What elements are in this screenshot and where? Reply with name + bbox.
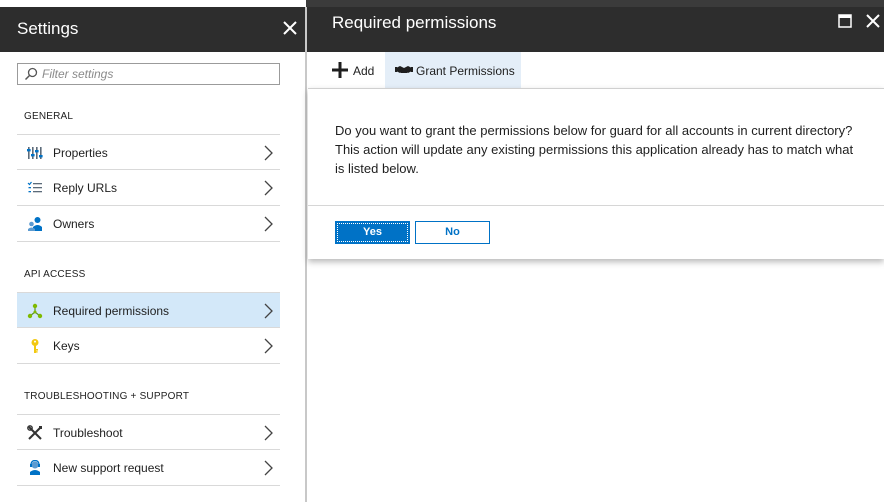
permissions-header: Required permissions (307, 7, 884, 52)
support-icon (30, 460, 40, 475)
no-button[interactable]: No (415, 221, 490, 244)
settings-title: Settings (17, 19, 79, 38)
search-icon (24, 67, 38, 81)
sidebar-item-properties[interactable]: Properties (17, 134, 280, 170)
chevron-right-icon (264, 145, 273, 161)
sidebar-item-label: Required permissions (53, 304, 170, 318)
sidebar-item-label: Keys (53, 339, 80, 353)
required-permissions-icon (27, 303, 43, 319)
add-button-label: Add (353, 64, 375, 78)
sidebar-item-new-support-request[interactable]: New support request (17, 450, 280, 486)
yes-button[interactable]: Yes (335, 221, 410, 244)
add-button[interactable]: Add (323, 52, 383, 88)
settings-header: Settings (0, 7, 306, 52)
chevron-right-icon (264, 216, 273, 232)
sidebar-item-label: New support request (53, 461, 164, 475)
filter-settings-box[interactable] (17, 63, 280, 85)
chevron-right-icon (264, 303, 273, 319)
chevron-right-icon (264, 425, 273, 441)
sidebar-item-keys[interactable]: Keys (17, 328, 280, 364)
sidebar-item-label: Properties (53, 146, 108, 160)
sidebar-item-label: Reply URLs (53, 181, 118, 195)
section-api-access: API ACCESS (24, 269, 86, 280)
grant-permissions-icon (395, 66, 413, 73)
grant-permissions-label: Grant Permissions (416, 64, 515, 78)
settings-blade: Settings GENERAL Properties (0, 0, 306, 502)
properties-icon (27, 147, 43, 159)
section-general: GENERAL (24, 111, 74, 122)
sidebar-item-label: Owners (53, 217, 95, 231)
sidebar-item-label: Troubleshoot (53, 426, 123, 440)
section-troubleshooting: TROUBLESHOOTING + SUPPORT (24, 391, 190, 402)
command-bar: Add Grant Permissions (307, 52, 884, 88)
owners-icon (28, 217, 42, 231)
chevron-right-icon (264, 338, 273, 354)
troubleshoot-icon (27, 425, 42, 440)
key-icon (31, 339, 39, 353)
grant-permissions-button[interactable]: Grant Permissions (385, 52, 521, 88)
maximize-icon[interactable] (838, 14, 852, 28)
dialog-separator (308, 205, 884, 206)
add-icon (332, 62, 348, 78)
confirmation-dialog: Do you want to grant the permissions bel… (308, 88, 884, 259)
sidebar-item-required-permissions[interactable]: Required permissions (17, 292, 280, 328)
page-title: Required permissions (332, 13, 497, 32)
sidebar-item-reply-urls[interactable]: Reply URLs (17, 170, 280, 206)
sidebar-item-owners[interactable]: Owners (17, 206, 280, 242)
filter-settings-input[interactable] (42, 66, 272, 82)
reply-urls-icon (27, 181, 42, 193)
chevron-right-icon (264, 180, 273, 196)
dialog-message: Do you want to grant the permissions bel… (335, 123, 854, 176)
close-icon[interactable] (865, 13, 881, 29)
close-icon[interactable] (281, 19, 299, 37)
chevron-right-icon (264, 460, 273, 476)
sidebar-item-troubleshoot[interactable]: Troubleshoot (17, 414, 280, 450)
